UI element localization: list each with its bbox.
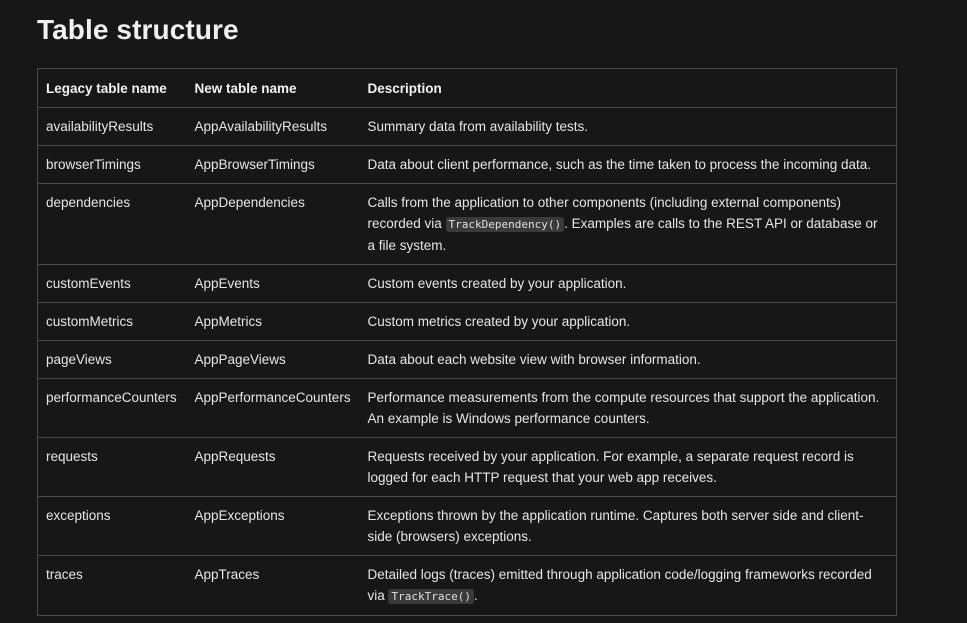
legacy-table-name-cell: availabilityResults	[37, 107, 187, 146]
table-row: browserTimings AppBrowserTimings Data abou…	[37, 145, 898, 184]
legacy-table-name-cell: browserTimings	[37, 145, 187, 184]
description-cell: Requests received by your application. F…	[359, 437, 898, 497]
new-table-name-cell: AppBrowserTimings	[186, 145, 360, 184]
description-text: Custom events created by your applicatio…	[367, 276, 627, 291]
description-text: Performance measurements from the comput…	[367, 390, 880, 426]
description-text: Custom metrics created by your applicati…	[367, 314, 631, 329]
description-text: Summary data from availability tests.	[367, 119, 589, 134]
description-cell: Exceptions thrown by the application run…	[359, 496, 898, 556]
table-row: traces AppTraces Detailed logs (traces) em…	[37, 555, 898, 616]
new-table-name-cell: AppEvents	[186, 264, 360, 303]
legacy-table-name-cell: traces	[37, 555, 187, 616]
header-new-table-name: New table name	[186, 68, 360, 108]
description-text: Data about each website view with browse…	[367, 352, 701, 367]
table-row: requests AppRequests Requests received by …	[37, 437, 898, 497]
page: Table structure Legacy table name New ta…	[0, 0, 967, 623]
table-row: availabilityResults AppAvailabilityResult…	[37, 107, 898, 146]
new-table-name-cell: AppPerformanceCounters	[186, 378, 360, 438]
table-structure: Legacy table name New table name Descrip…	[37, 68, 898, 616]
new-table-name-cell: AppRequests	[186, 437, 360, 497]
section-title: Table structure	[37, 14, 239, 45]
table-row: dependencies AppDependencies Calls from th…	[37, 183, 898, 265]
description-text: Exceptions thrown by the application run…	[367, 508, 864, 544]
table-row: exceptions AppExceptions Exceptions thrown…	[37, 496, 898, 556]
inline-code: TrackDependency()	[445, 217, 565, 232]
new-table-name-cell: AppAvailabilityResults	[186, 107, 360, 146]
description-cell: Custom events created by your applicatio…	[359, 264, 898, 303]
description-cell: Calls from the application to other comp…	[359, 183, 898, 265]
legacy-table-name-cell: exceptions	[37, 496, 187, 556]
table-row: customMetrics AppMetrics Custom metrics cr…	[37, 302, 898, 341]
description-cell: Summary data from availability tests.	[359, 107, 898, 146]
table-row: pageViews AppPageViews Data about each web…	[37, 340, 898, 379]
table-row: performanceCounters AppPerformanceCounter…	[37, 378, 898, 438]
description-cell: Data about each website view with browse…	[359, 340, 898, 379]
legacy-table-name-cell: performanceCounters	[37, 378, 187, 438]
header-description: Description	[359, 68, 898, 108]
description-cell: Data about client performance, such as t…	[359, 145, 898, 184]
new-table-name-cell: AppMetrics	[186, 302, 360, 341]
legacy-table-name-cell: customEvents	[37, 264, 187, 303]
new-table-name-cell: AppDependencies	[186, 183, 360, 265]
new-table-name-cell: AppTraces	[186, 555, 360, 616]
table-row: customEvents AppEvents Custom events creat…	[37, 264, 898, 303]
description-text: Requests received by your application. F…	[367, 449, 854, 485]
inline-code: TrackTrace()	[388, 589, 474, 604]
legacy-table-name-cell: requests	[37, 437, 187, 497]
description-cell: Performance measurements from the comput…	[359, 378, 898, 438]
legacy-table-name-cell: customMetrics	[37, 302, 187, 341]
legacy-table-name-cell: pageViews	[37, 340, 187, 379]
header-legacy-table-name: Legacy table name	[37, 68, 187, 108]
new-table-name-cell: AppPageViews	[186, 340, 360, 379]
table-header-row: Legacy table name New table name Descrip…	[37, 68, 898, 108]
new-table-name-cell: AppExceptions	[186, 496, 360, 556]
legacy-table-name-cell: dependencies	[37, 183, 187, 265]
description-text-continued: .	[473, 588, 478, 603]
description-text: Data about client performance, such as t…	[367, 157, 871, 172]
description-cell: Custom metrics created by your applicati…	[359, 302, 898, 341]
description-cell: Detailed logs (traces) emitted through a…	[359, 555, 898, 616]
